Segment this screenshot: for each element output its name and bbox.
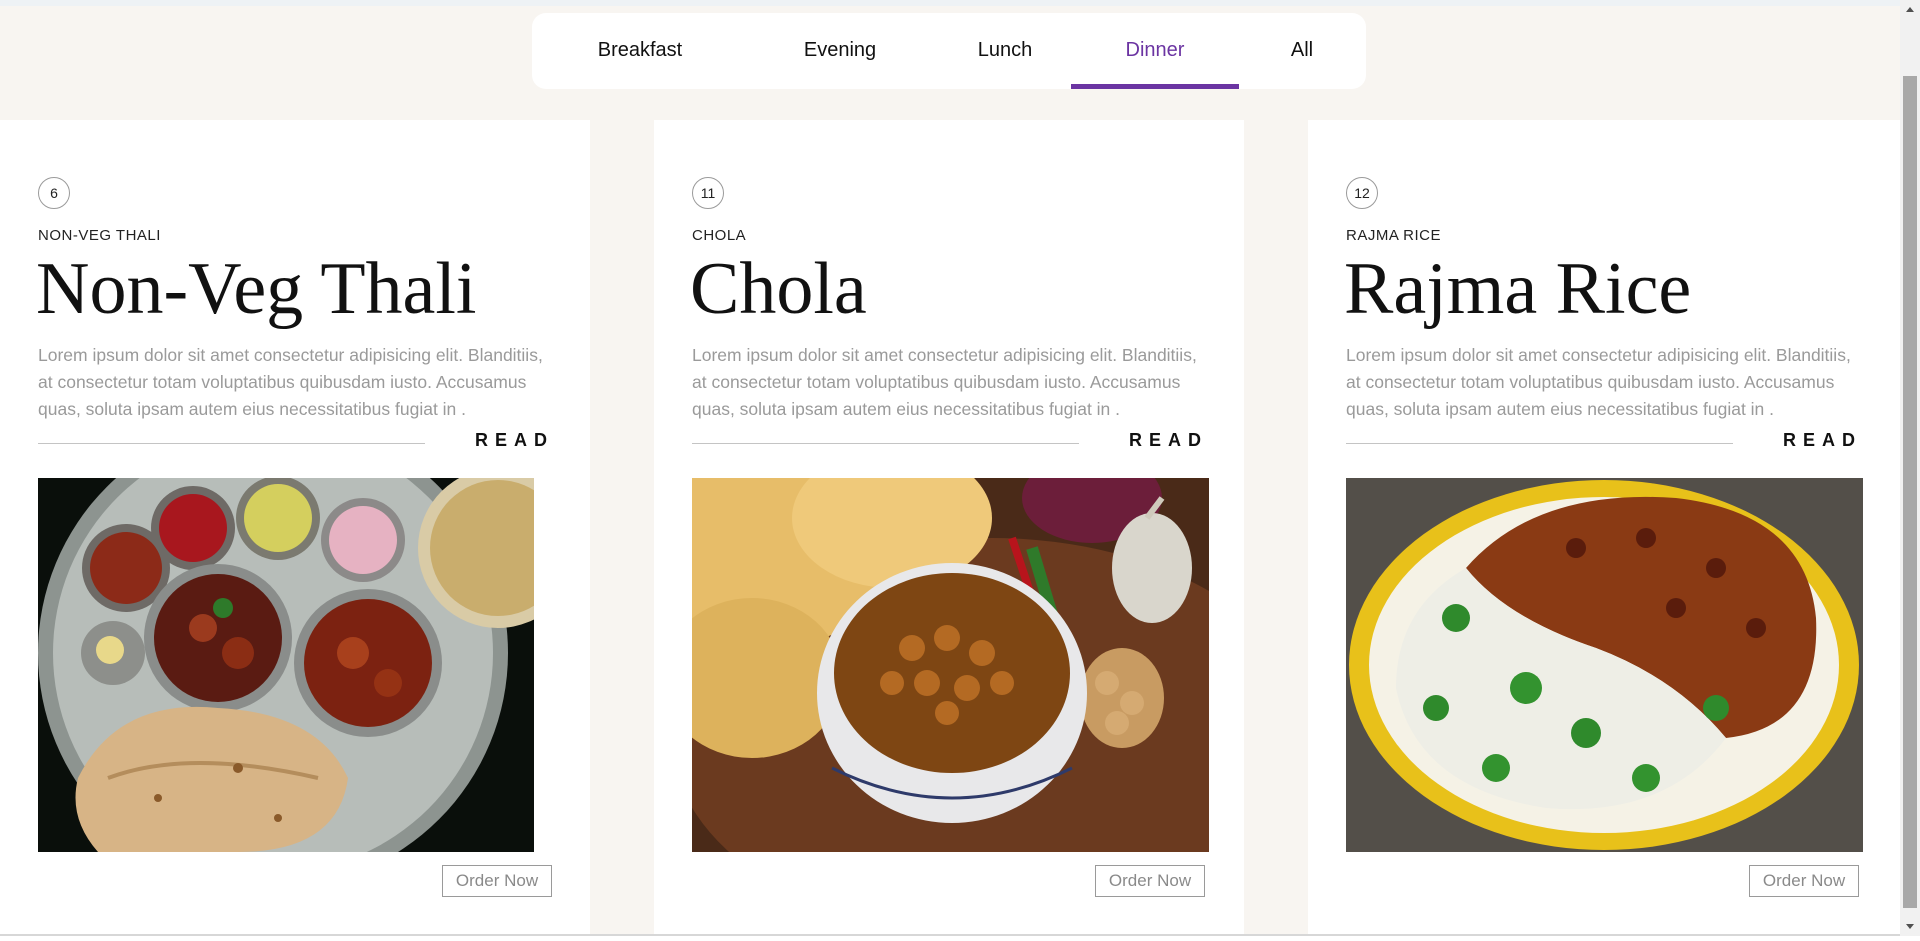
dish-description: Lorem ipsum dolor sit amet consectetur a… xyxy=(38,345,543,419)
divider xyxy=(38,443,425,444)
read-link[interactable]: READ xyxy=(1783,430,1862,451)
dish-card: 12 RAJMA RICE Rajma Rice Lorem ipsum dol… xyxy=(1308,120,1898,936)
tab-all[interactable]: All xyxy=(1252,13,1352,89)
vertical-scrollbar[interactable] xyxy=(1900,0,1920,936)
order-now-button[interactable]: Order Now xyxy=(442,865,552,897)
dish-number-badge: 11 xyxy=(692,177,724,209)
card-gap xyxy=(1244,120,1308,936)
divider xyxy=(1346,443,1733,444)
tab-evening[interactable]: Evening xyxy=(750,13,930,89)
dish-number-badge: 12 xyxy=(1346,177,1378,209)
tab-dinner-label: Dinner xyxy=(1125,39,1185,61)
scroll-down-arrow-icon[interactable] xyxy=(1900,916,1920,936)
card-gap xyxy=(590,120,654,936)
read-link[interactable]: READ xyxy=(475,430,554,451)
tab-dinner[interactable]: Dinner xyxy=(1071,13,1239,89)
rajma-rice-image xyxy=(1346,478,1863,852)
scroll-up-arrow-icon[interactable] xyxy=(1900,0,1920,20)
order-now-button[interactable]: Order Now xyxy=(1749,865,1859,897)
thali-image xyxy=(38,478,534,852)
chola-image xyxy=(692,478,1209,852)
scrollbar-thumb[interactable] xyxy=(1903,76,1917,908)
dish-card: 6 NON-VEG THALI Non-Veg Thali Lorem ipsu… xyxy=(0,120,590,936)
tab-lunch[interactable]: Lunch xyxy=(930,13,1080,89)
dish-subtitle: NON-VEG THALI xyxy=(38,227,161,244)
dish-image xyxy=(1346,478,1863,852)
dish-number-badge: 6 xyxy=(38,177,70,209)
order-now-button[interactable]: Order Now xyxy=(1095,865,1205,897)
tab-breakfast[interactable]: Breakfast xyxy=(550,13,730,89)
divider xyxy=(692,443,1079,444)
dish-description: Lorem ipsum dolor sit amet consectetur a… xyxy=(692,345,1197,419)
dish-subtitle: RAJMA RICE xyxy=(1346,227,1442,244)
dish-image xyxy=(38,478,534,852)
dish-title: Rajma Rice xyxy=(1344,248,1692,330)
dish-image xyxy=(692,478,1209,852)
meal-tabs: Breakfast Evening Lunch Dinner All xyxy=(532,13,1366,89)
dish-description: Lorem ipsum dolor sit amet consectetur a… xyxy=(1346,345,1851,419)
active-tab-indicator xyxy=(1071,84,1239,89)
read-link[interactable]: READ xyxy=(1129,430,1208,451)
dish-title: Non-Veg Thali xyxy=(36,248,477,330)
dish-card: 11 CHOLA Chola Lorem ipsum dolor sit ame… xyxy=(654,120,1244,936)
dish-subtitle: CHOLA xyxy=(692,227,747,244)
dish-title: Chola xyxy=(690,248,867,330)
